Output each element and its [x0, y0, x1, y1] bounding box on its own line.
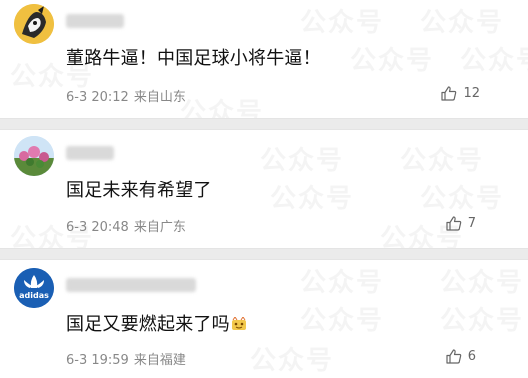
divider [0, 248, 528, 260]
comment-content: 董路牛逼！中国足球小将牛逼！ [66, 48, 321, 69]
like-count: 6 [467, 349, 476, 364]
comment-meta: 6-3 20:12 来自山东 [66, 86, 186, 105]
thumbs-up-icon [446, 216, 461, 231]
comment-location: 来自福建 [133, 353, 186, 368]
username-blurred[interactable] [66, 14, 124, 28]
comment-time: 6-3 19:59 [66, 353, 129, 368]
comment-list: 公众号 公众号 公众号 公众号 公众号 公众号 公众号 公众号 公众号 公众号 … [0, 0, 528, 378]
adidas-logo-avatar-icon[interactable]: adidas [14, 268, 54, 308]
comment-content: 国足未来有希望了 [66, 180, 212, 201]
divider [0, 118, 528, 130]
like-button[interactable]: 7 [446, 216, 476, 231]
flowers-avatar-icon[interactable] [14, 136, 54, 176]
like-button[interactable]: 12 [441, 86, 480, 101]
comment-content: 国足又要燃起来了吗 [66, 310, 247, 336]
comment-location: 来自山东 [133, 90, 186, 105]
comment-time: 6-3 20:48 [66, 220, 129, 235]
comment-content-text: 国足又要燃起来了吗 [66, 314, 230, 335]
username-blurred[interactable] [66, 278, 196, 292]
emoji-icon [231, 317, 246, 330]
username-blurred[interactable] [66, 146, 114, 160]
adidas-logo-text: adidas [19, 291, 49, 300]
like-count: 7 [467, 216, 476, 231]
thumbs-up-icon [441, 86, 457, 101]
thumbs-up-icon [446, 349, 461, 364]
comment-location: 来自广东 [133, 220, 186, 235]
comment-item: 董路牛逼！中国足球小将牛逼！ 6-3 20:12 来自山东 12 [0, 0, 528, 118]
comment-meta: 6-3 19:59 来自福建 [66, 349, 186, 368]
like-count: 12 [463, 86, 480, 101]
comment-meta: 6-3 20:48 来自广东 [66, 216, 186, 235]
comment-time: 6-3 20:12 [66, 90, 129, 105]
cartoon-character-avatar-icon[interactable] [14, 4, 54, 44]
like-button[interactable]: 6 [446, 349, 476, 364]
comment-item: adidas 国足又要燃起来了吗 6-3 19:59 来自福建 6 [0, 260, 528, 378]
comment-item: 国足未来有希望了 6-3 20:48 来自广东 7 [0, 130, 528, 248]
